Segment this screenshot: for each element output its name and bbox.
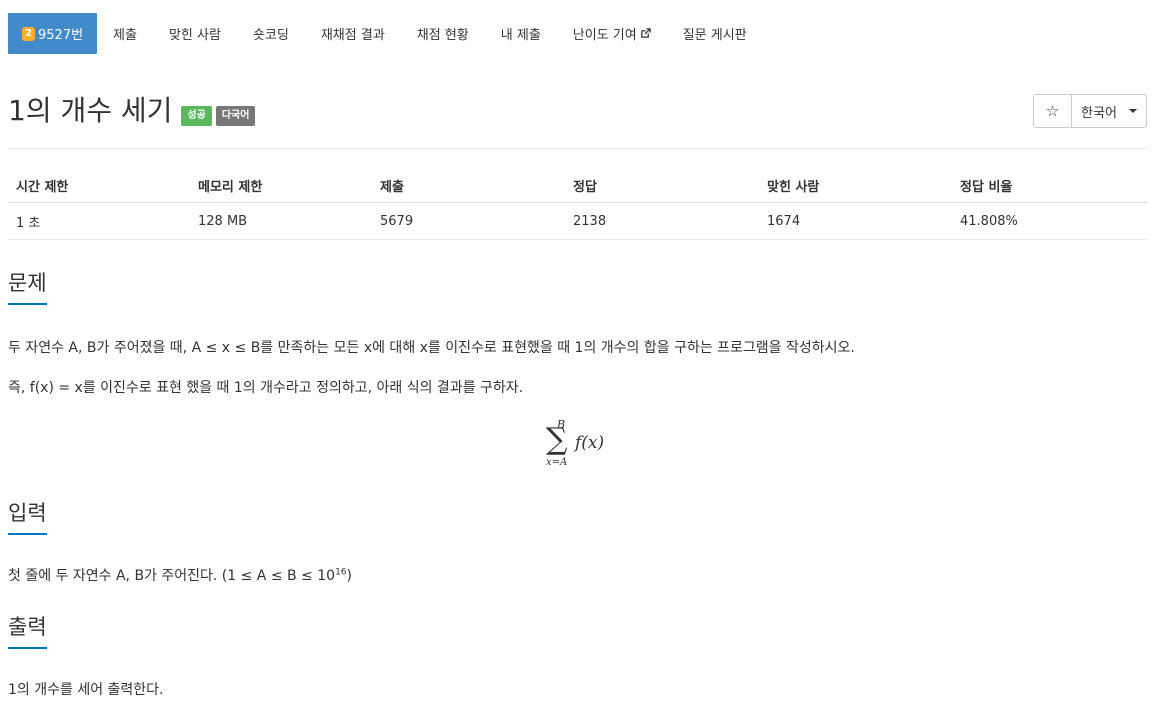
sigma-symbol: ∑ — [546, 422, 568, 457]
value-accept-ratio: 41.808% — [952, 202, 1148, 240]
tab-rejudge-results-label: 재채점 결과 — [320, 28, 385, 43]
tab-judge-status-label: 채점 현황 — [416, 28, 469, 43]
input-exponent: 16 — [335, 567, 347, 578]
problem-title-row: 1의 개수 세기 성공 다국어 — [8, 94, 1148, 128]
value-solved-users: 1674 — [759, 202, 952, 240]
section-divider — [8, 534, 1148, 535]
header-accept-ratio: 정답 비율 — [952, 168, 1148, 203]
tab-short-coding[interactable]: 숏코딩 — [237, 13, 305, 54]
header-memory-limit: 메모리 제한 — [190, 168, 372, 203]
problem-title: 1의 개수 세기 — [8, 94, 173, 127]
title-actions: ☆ 한국어 — [1033, 94, 1147, 128]
status-badge-success: 성공 — [181, 106, 212, 126]
input-description: 첫 줄에 두 자연수 A, B가 주어진다. (1 ≤ A ≤ B ≤ 1016… — [8, 566, 1148, 586]
value-accepted: 2138 — [565, 202, 759, 240]
caret-down-icon — [1128, 109, 1137, 113]
formula-lower-bound: x=A — [546, 457, 568, 468]
section-divider — [8, 304, 1148, 305]
section-input-header: 입력 — [8, 500, 1148, 535]
language-dropdown[interactable]: 한국어 — [1072, 94, 1147, 128]
input-text-end: ) — [346, 568, 352, 584]
header-submissions: 제출 — [372, 168, 565, 203]
description-line-1: 두 자연수 A, B가 주어졌을 때, A ≤ x ≤ B를 만족하는 모든 x… — [8, 340, 855, 356]
problem-number-label: 9527번 — [38, 28, 84, 43]
problem-page: 2 9527번 제출 맞힌 사람 숏코딩 재채점 결과 채점 현황 내 제출 난… — [0, 0, 1163, 716]
star-outline-icon: ☆ — [1045, 102, 1060, 120]
input-text: 첫 줄에 두 자연수 A, B가 주어진다. (1 ≤ A ≤ B ≤ 10 — [8, 568, 336, 584]
section-description-title: 문제 — [8, 270, 47, 305]
info-table-header-row: 시간 제한 메모리 제한 제출 정답 맞힌 사람 정답 비율 — [8, 168, 1148, 203]
problem-menu-tabs: 2 9527번 제출 맞힌 사람 숏코딩 재채점 결과 채점 현황 내 제출 난… — [8, 13, 763, 54]
table-row: 1 초 128 MB 5679 2138 1674 41.808% — [8, 202, 1148, 240]
tab-judge-status[interactable]: 채점 현황 — [401, 13, 485, 54]
favorite-star-button[interactable]: ☆ — [1033, 94, 1072, 128]
section-description-header: 문제 — [8, 270, 1148, 305]
tab-difficulty-contribution-label: 난이도 기여 — [572, 28, 637, 43]
value-memory-limit: 128 MB — [190, 202, 372, 240]
language-dropdown-label: 한국어 — [1081, 105, 1117, 121]
tab-problem-number[interactable]: 2 9527번 — [8, 13, 98, 54]
header-solved-users: 맞힌 사람 — [759, 168, 952, 203]
section-input-title: 입력 — [8, 500, 47, 535]
section-output-header: 출력 — [8, 614, 1148, 649]
tab-submit-label: 제출 — [113, 28, 137, 43]
value-submissions: 5679 — [372, 202, 565, 240]
tab-question-board-label: 질문 게시판 — [682, 28, 747, 43]
problem-info-table: 시간 제한 메모리 제한 제출 정답 맞힌 사람 정답 비율 1 초 128 M… — [8, 168, 1148, 240]
section-divider — [8, 648, 1148, 649]
tier-badge-icon: 2 — [22, 26, 35, 41]
output-description: 1의 개수를 세어 출력한다. — [8, 682, 164, 698]
status-badge-multilingual: 다국어 — [215, 106, 256, 126]
tab-submit[interactable]: 제출 — [97, 13, 153, 54]
title-divider — [8, 148, 1148, 149]
value-time-limit: 1 초 — [8, 202, 190, 240]
description-line-2: 즉, f(x) = x를 이진수로 표현 했을 때 1의 개수라고 정의하고, … — [8, 380, 524, 396]
tab-solved-users[interactable]: 맞힌 사람 — [153, 13, 237, 54]
tab-rejudge-results[interactable]: 재채점 결과 — [305, 13, 401, 54]
tab-short-coding-label: 숏코딩 — [252, 28, 289, 43]
tab-my-submissions-label: 내 제출 — [500, 28, 541, 43]
section-output-title: 출력 — [8, 614, 47, 649]
tab-solved-users-label: 맞힌 사람 — [168, 28, 221, 43]
tab-difficulty-contribution[interactable]: 난이도 기여 — [557, 13, 667, 54]
header-time-limit: 시간 제한 — [8, 168, 190, 203]
external-link-icon — [640, 28, 651, 38]
formula-expression: f(x) — [575, 433, 605, 453]
tab-my-submissions[interactable]: 내 제출 — [485, 13, 557, 54]
tab-question-board[interactable]: 질문 게시판 — [667, 13, 763, 54]
header-accepted: 정답 — [565, 168, 759, 203]
summation-formula: B ∑ x=A f(x) — [542, 418, 622, 474]
